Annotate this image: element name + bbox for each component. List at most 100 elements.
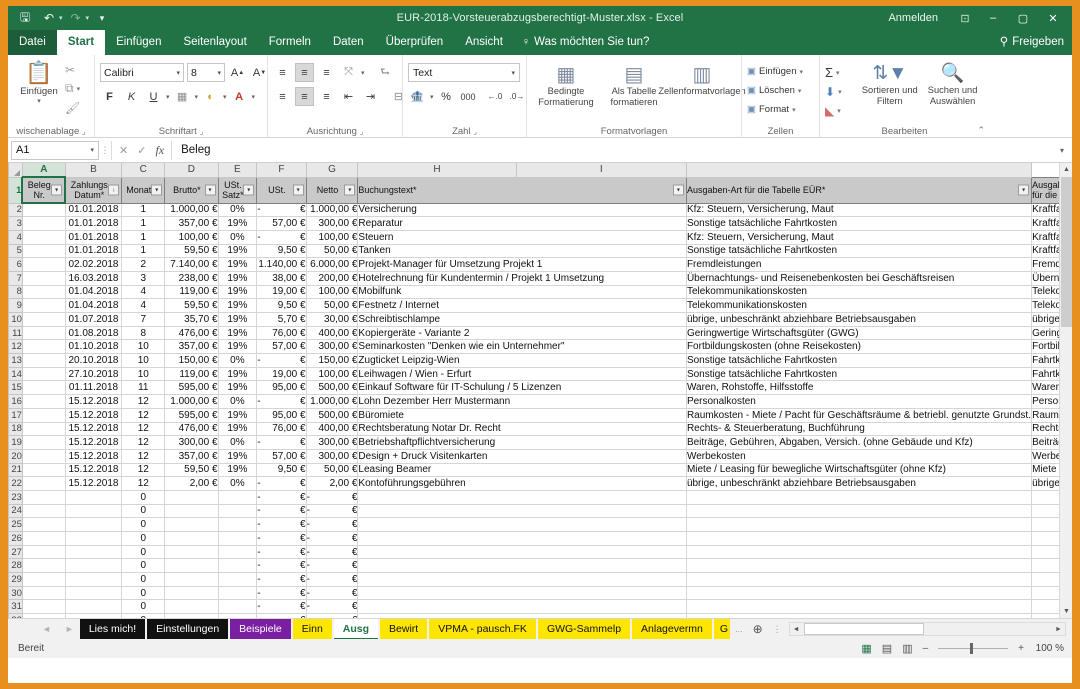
align-middle-button[interactable]: ≡ <box>295 63 314 82</box>
autosum-caret-icon[interactable]: ▾ <box>836 69 840 77</box>
cell-A3[interactable] <box>22 216 66 231</box>
paste-button[interactable]: 📋 Einfügen ▾ <box>13 58 65 106</box>
cell-C20[interactable]: 12 <box>121 449 166 464</box>
cell-F16[interactable]: - € <box>256 394 307 409</box>
cell-B6[interactable]: 02.02.2018 <box>65 257 123 272</box>
table-row[interactable]: 3 01.01.2018 1 357,00 €19% 57,00 €300,00 € Re… <box>8 216 1072 231</box>
cell-H2[interactable]: Versicherung <box>357 203 687 218</box>
cell-F24[interactable]: - € <box>256 504 307 519</box>
cell-E23[interactable] <box>218 490 258 505</box>
cell-F6[interactable]: 1.140,00 € <box>256 257 307 272</box>
cell-G5[interactable]: 50,00 € <box>306 244 359 259</box>
font-family-select[interactable]: Calibri ▾ <box>100 63 184 82</box>
cell-D17[interactable]: 595,00 € <box>164 408 219 423</box>
cell-G7[interactable]: 200,00 € <box>306 271 359 286</box>
table-row[interactable]: 23 0 - € - € <box>8 489 1072 505</box>
cell-B32[interactable] <box>65 613 123 618</box>
cell-F23[interactable]: - € <box>256 490 307 505</box>
cell-E30[interactable] <box>218 586 258 601</box>
cell-E6[interactable]: 19% <box>218 257 258 272</box>
align-top-button[interactable]: ≡ <box>273 63 292 82</box>
cell-H31[interactable] <box>357 599 687 615</box>
cell-G24[interactable]: - € <box>306 504 359 519</box>
filter-dropdown-b-icon[interactable]: ↓ <box>108 184 120 196</box>
cell-C23[interactable]: 0 <box>121 490 166 505</box>
row-header-21[interactable]: 21 <box>8 462 23 478</box>
number-format-select[interactable]: Text ▾ <box>408 63 520 82</box>
cell-G14[interactable]: 100,00 € <box>306 367 359 382</box>
underline-caret-icon[interactable]: ▾ <box>166 93 170 101</box>
table-row[interactable]: 12 01.10.2018 10 357,00 €19% 57,00 €300,00 €… <box>8 339 1072 355</box>
cell-C9[interactable]: 4 <box>121 298 166 313</box>
cell-C11[interactable]: 8 <box>121 326 166 341</box>
sheet-tab-ausg[interactable]: Ausg <box>333 618 379 640</box>
cell-F32[interactable]: -€ <box>256 613 307 618</box>
cell-H22[interactable]: Kontoführungsgebühren <box>357 476 687 491</box>
table-row[interactable]: 25 0 - € - € <box>8 517 1072 532</box>
cell-A24[interactable] <box>22 504 66 519</box>
cell-G4[interactable]: 100,00 € <box>306 230 359 245</box>
cell-C17[interactable]: 12 <box>121 408 166 423</box>
row-header-6[interactable]: 6 <box>8 257 23 272</box>
cell-G15[interactable]: 500,00 € <box>306 380 359 396</box>
cell-G20[interactable]: 300,00 € <box>306 449 359 464</box>
cell-F3[interactable]: 57,00 € <box>256 216 307 231</box>
cell-C25[interactable]: 0 <box>121 517 166 532</box>
cell-E10[interactable]: 19% <box>218 312 258 327</box>
cell-E12[interactable]: 19% <box>218 339 258 355</box>
cell-E8[interactable]: 19% <box>218 285 258 300</box>
cell-E20[interactable]: 19% <box>218 449 258 464</box>
column-header-i[interactable]: I <box>515 163 687 178</box>
cell-I12[interactable]: Fortbildungskosten (ohne Reisekosten) <box>685 339 1033 355</box>
maximize-button[interactable]: ▢ <box>1008 6 1038 30</box>
horizontal-scroll-thumb[interactable] <box>803 623 924 635</box>
cell-D14[interactable]: 119,00 € <box>164 367 219 382</box>
cell-G23[interactable]: - € <box>306 490 359 505</box>
cell-F20[interactable]: 57,00 € <box>256 449 307 464</box>
horizontal-scrollbar[interactable]: ◄ ► <box>788 622 1066 636</box>
table-row[interactable]: 21 15.12.2018 12 59,50 €19% 9,50 €50,00 € Lea… <box>8 462 1072 478</box>
close-button[interactable]: ✕ <box>1038 6 1068 30</box>
column-header-e[interactable]: E <box>217 163 258 178</box>
header-cell-beleg-nr[interactable]: Beleg Nr. ▾ <box>21 176 67 204</box>
cell-I21[interactable]: Miete / Leasing für bewegliche Wirtschaf… <box>685 463 1033 478</box>
cell-G25[interactable]: - € <box>306 517 359 532</box>
cell-A13[interactable] <box>22 353 66 368</box>
cell-H25[interactable] <box>357 517 687 532</box>
header-cell-ust[interactable]: USt. ▾ <box>256 176 307 204</box>
cell-I22[interactable]: übrige, unbeschränkt abziehbare Betriebs… <box>685 476 1033 491</box>
cell-C29[interactable]: 0 <box>121 572 166 587</box>
cell-F12[interactable]: 57,00 € <box>256 339 307 355</box>
paste-caret-icon[interactable]: ▾ <box>37 97 41 105</box>
cell-A16[interactable] <box>22 394 66 409</box>
cut-button[interactable]: ✂ <box>65 61 80 78</box>
column-header-j[interactable] <box>685 163 1033 178</box>
row-header-25[interactable]: 25 <box>8 517 23 532</box>
table-row[interactable]: 27 0 - € - € <box>8 544 1072 560</box>
cell-F29[interactable]: - € <box>256 572 307 587</box>
table-row[interactable]: 2 01.01.2018 1 1.000,00 €0% - €1.000,00 € Vers… <box>8 202 1072 218</box>
collapse-ribbon-icon[interactable]: ⌃ <box>977 125 985 136</box>
table-row[interactable]: 9 01.04.2018 4 59,50 €19% 9,50 €50,00 € Festn… <box>8 298 1072 313</box>
cell-B3[interactable]: 01.01.2018 <box>65 216 123 231</box>
cell-C13[interactable]: 10 <box>121 353 166 368</box>
cell-F10[interactable]: 5,70 € <box>256 312 307 327</box>
table-row[interactable]: 13 20.10.2018 10 150,00 €0% - €150,00 € Zugtic… <box>8 353 1072 368</box>
cell-D13[interactable]: 150,00 € <box>164 353 219 368</box>
cell-C18[interactable]: 12 <box>121 422 166 437</box>
zoom-out-button[interactable]: – <box>923 643 929 654</box>
cell-I8[interactable]: Telekommunikationskosten <box>685 285 1033 300</box>
table-row[interactable]: 8 01.04.2018 4 119,00 €19% 19,00 €100,00 € Mo… <box>8 284 1072 300</box>
cell-C10[interactable]: 7 <box>121 312 166 327</box>
cell-H19[interactable]: Betriebshaftpflichtversicherung <box>357 435 687 450</box>
cell-A25[interactable] <box>22 517 66 532</box>
vertical-scroll-thumb[interactable] <box>1061 177 1072 327</box>
page-layout-view-icon[interactable]: ▤ <box>882 642 892 655</box>
row-header-14[interactable]: 14 <box>8 366 23 382</box>
scroll-up-icon[interactable]: ▲ <box>1060 163 1072 176</box>
cell-A2[interactable] <box>22 203 66 218</box>
cell-C28[interactable]: 0 <box>121 558 166 574</box>
cell-B11[interactable]: 01.08.2018 <box>65 326 123 341</box>
fill-color-button[interactable]: ◐ <box>201 87 220 106</box>
cell-H7[interactable]: Hotelrechnung für Kundentermin / Projekt… <box>357 271 687 286</box>
